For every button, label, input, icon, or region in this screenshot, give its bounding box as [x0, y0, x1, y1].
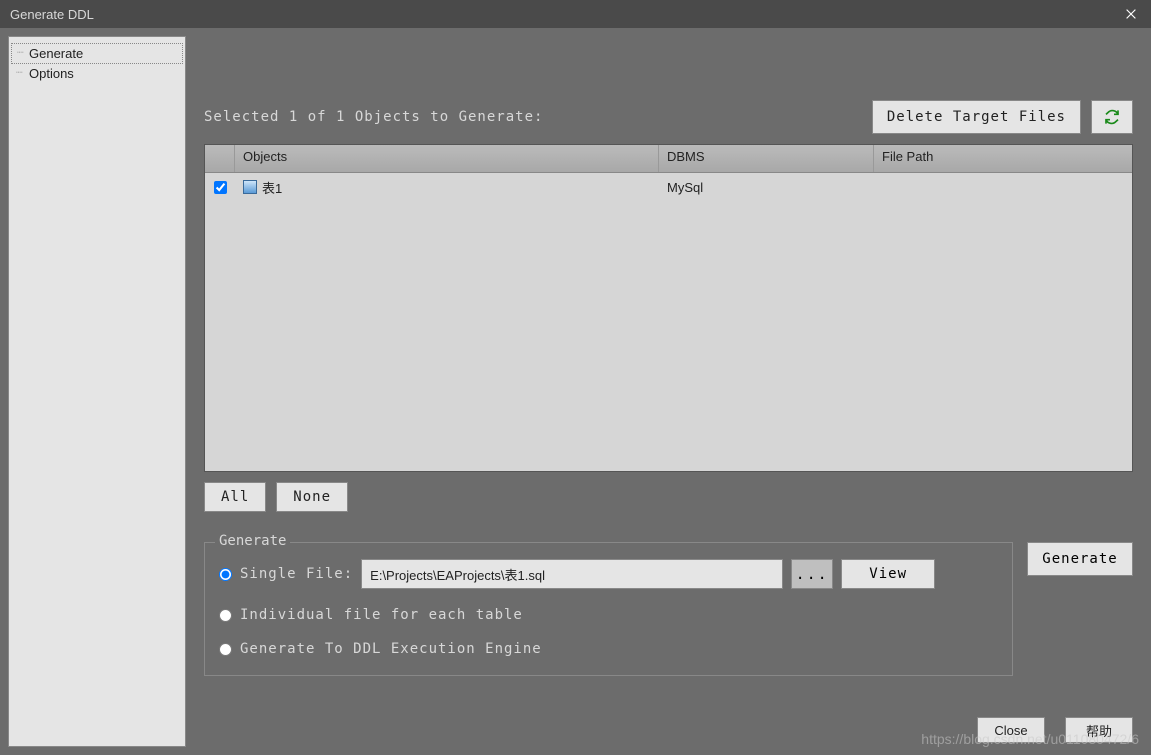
radio-single-file[interactable] [219, 568, 232, 581]
main-panel: Selected 1 of 1 Objects to Generate: Del… [194, 36, 1143, 747]
radio-engine-label[interactable]: Generate To DDL Execution Engine [240, 641, 542, 657]
generate-button[interactable]: Generate [1027, 542, 1133, 576]
col-file-path[interactable]: File Path [874, 145, 1132, 172]
table-header: Objects DBMS File Path [205, 145, 1132, 173]
objects-table: Objects DBMS File Path 表1 MySql [204, 144, 1133, 472]
sidebar: Generate Options [8, 36, 186, 747]
radio-individual-file[interactable] [219, 609, 232, 622]
row-object-name: 表1 [262, 178, 282, 197]
window-title: Generate DDL [10, 7, 94, 22]
sidebar-item-label: Generate [29, 46, 83, 61]
delete-target-files-button[interactable]: Delete Target Files [872, 100, 1081, 134]
none-button[interactable]: None [276, 482, 348, 512]
col-checkbox [205, 145, 235, 172]
browse-button[interactable]: ... [791, 559, 833, 589]
row-path [874, 183, 1132, 191]
radio-individual-row: Individual file for each table [219, 607, 998, 623]
radio-single-file-label[interactable]: Single File: [240, 566, 353, 582]
radio-individual-file-label[interactable]: Individual file for each table [240, 607, 523, 623]
radio-engine[interactable] [219, 643, 232, 656]
titlebar: Generate DDL [0, 0, 1151, 28]
table-icon [243, 180, 257, 194]
sidebar-item-label: Options [29, 66, 74, 81]
help-button[interactable]: 帮助 [1065, 717, 1133, 743]
generate-fieldset: Generate Single File: ... View Individu [204, 542, 1013, 676]
selection-status: Selected 1 of 1 Objects to Generate: [204, 109, 543, 125]
all-button[interactable]: All [204, 482, 266, 512]
radio-single-file-row: Single File: ... View [219, 559, 998, 589]
sidebar-item-options[interactable]: Options [11, 64, 183, 83]
radio-engine-row: Generate To DDL Execution Engine [219, 641, 998, 657]
view-button[interactable]: View [841, 559, 935, 589]
file-path-input[interactable] [361, 559, 783, 589]
close-button[interactable]: Close [977, 717, 1045, 743]
close-icon[interactable] [1111, 0, 1151, 28]
table-row[interactable]: 表1 MySql [205, 173, 1132, 201]
col-objects[interactable]: Objects [235, 145, 659, 172]
refresh-button[interactable] [1091, 100, 1133, 134]
fieldset-legend: Generate [215, 533, 290, 549]
sidebar-item-generate[interactable]: Generate [11, 43, 183, 64]
col-dbms[interactable]: DBMS [659, 145, 874, 172]
row-checkbox[interactable] [214, 181, 227, 194]
refresh-icon [1104, 109, 1120, 125]
row-dbms: MySql [659, 176, 874, 199]
